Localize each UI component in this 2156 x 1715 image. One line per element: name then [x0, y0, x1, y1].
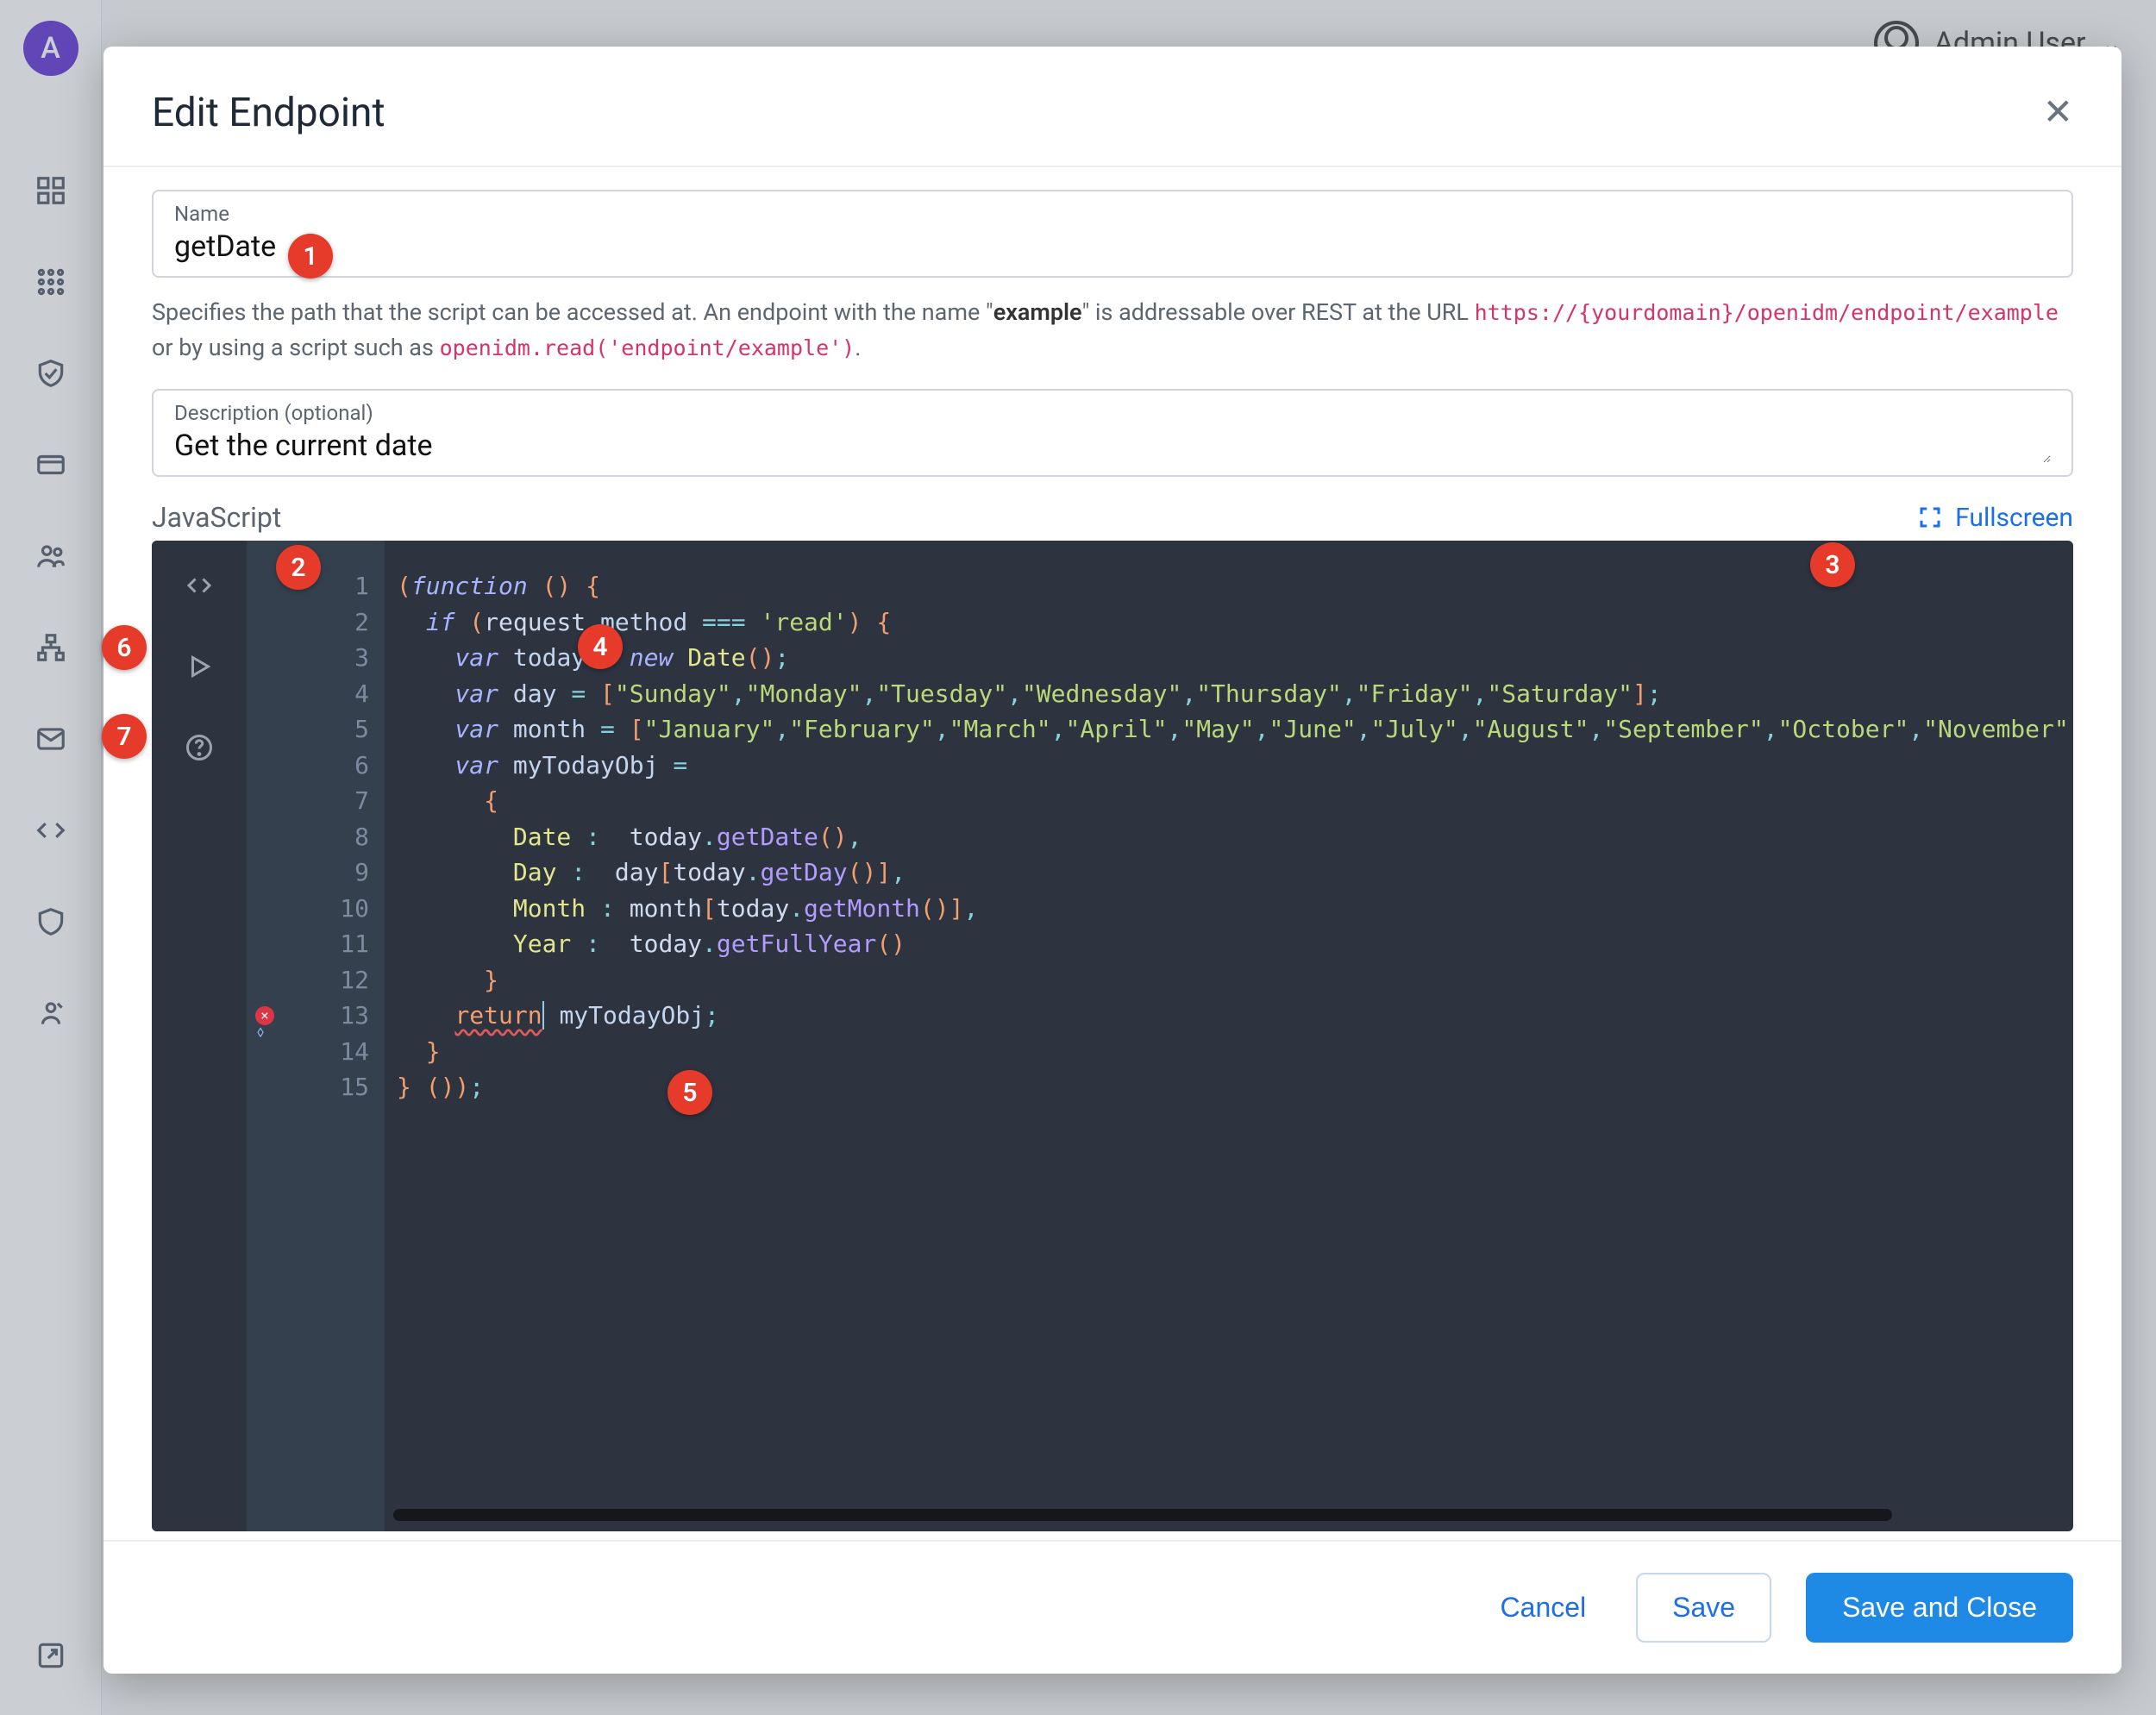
edit-endpoint-modal: Edit Endpoint ✕ Name Specifies the path … [103, 47, 2122, 1674]
description-label: Description (optional) [174, 401, 2051, 425]
gutter-line: 5 [247, 711, 385, 748]
gutter-line: 4 [247, 676, 385, 712]
gutter-line: 7 [247, 783, 385, 819]
editor-header: JavaScript Fullscreen [152, 501, 2073, 534]
save-and-close-button[interactable]: Save and Close [1806, 1573, 2073, 1643]
line-gutter: 12345678910111213×⬨1415 [247, 541, 385, 1531]
gutter-line: 1 [247, 568, 385, 604]
gutter-line: 15 [247, 1069, 385, 1105]
gutter-line: 14 [247, 1034, 385, 1070]
name-field[interactable]: Name [152, 190, 2073, 278]
gutter-line: 6 [247, 748, 385, 784]
gutter-line: 3 [247, 640, 385, 676]
fullscreen-button[interactable]: Fullscreen [1917, 503, 2073, 533]
cancel-button[interactable]: Cancel [1485, 1574, 1602, 1641]
horizontal-scrollbar[interactable] [393, 1509, 1892, 1521]
description-input[interactable]: Get the current date [174, 429, 2051, 463]
gutter-line: 12 [247, 962, 385, 998]
gutter-line: 13×⬨ [247, 998, 385, 1034]
save-button[interactable]: Save [1636, 1573, 1771, 1643]
gutter-line: 11 [247, 926, 385, 962]
name-input[interactable] [174, 229, 2051, 264]
name-label: Name [174, 202, 2051, 226]
language-label: JavaScript [152, 501, 281, 534]
help-url: https://{yourdomain}/openidm/endpoint/ex… [1475, 300, 2059, 325]
name-help-text: Specifies the path that the script can b… [152, 295, 2073, 365]
editor-toolbar [152, 541, 247, 1531]
gutter-line: 8 [247, 819, 385, 855]
modal-body: Name Specifies the path that the script … [103, 167, 2122, 1540]
format-code-icon[interactable] [184, 570, 215, 604]
code-area[interactable]: (function () { if (request.method === 'r… [385, 541, 2073, 1531]
close-icon[interactable]: ✕ [2043, 95, 2073, 131]
gutter-line: 10 [247, 891, 385, 927]
help-icon[interactable] [184, 732, 215, 767]
modal-header: Edit Endpoint ✕ [103, 47, 2122, 166]
modal-footer: Cancel Save Save and Close [103, 1540, 2122, 1674]
fullscreen-icon [1917, 504, 1943, 530]
help-script: openidm.read('endpoint/example') [440, 335, 856, 360]
gutter-line: 2 [247, 604, 385, 641]
description-field[interactable]: Description (optional) Get the current d… [152, 389, 2073, 477]
run-icon[interactable] [184, 651, 215, 685]
gutter-line: 9 [247, 854, 385, 891]
code-editor[interactable]: 12345678910111213×⬨1415 (function () { i… [152, 541, 2073, 1531]
modal-title: Edit Endpoint [152, 90, 385, 136]
